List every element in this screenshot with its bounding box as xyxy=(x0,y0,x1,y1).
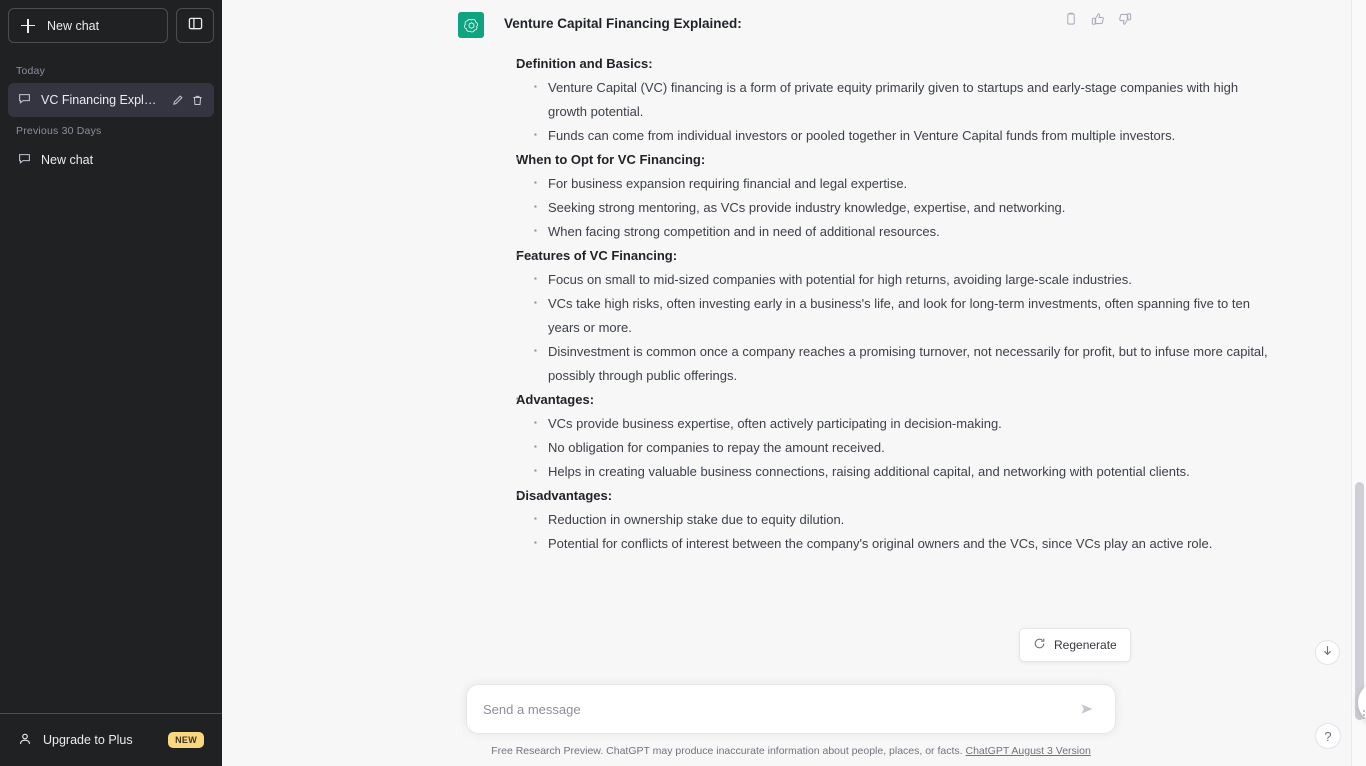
outline-point: Funds can come from individual investors… xyxy=(534,124,1274,148)
outline-section: Features of VC Financing:Focus on small … xyxy=(504,244,1274,388)
sidebar-toggle-button[interactable] xyxy=(176,8,214,43)
sidebar-footer: Upgrade to Plus NEW xyxy=(0,713,222,766)
scrollbar-thumb[interactable] xyxy=(1355,482,1364,720)
outline-sublist: Reduction in ownership stake due to equi… xyxy=(516,508,1274,556)
regenerate-label: Regenerate xyxy=(1054,638,1117,652)
main-content: Venture Capital Financing Explained: Def… xyxy=(222,0,1366,766)
outline-sublist: Venture Capital (VC) financing is a form… xyxy=(516,76,1274,148)
panel-left-icon xyxy=(188,16,203,36)
chat-bubble-icon xyxy=(18,152,31,168)
copy-icon[interactable] xyxy=(1061,9,1080,28)
outline-section: When to Opt for VC Financing:For busines… xyxy=(504,148,1274,244)
outline-section-heading: Advantages: xyxy=(516,388,1274,412)
outline-sublist: For business expansion requiring financi… xyxy=(516,172,1274,244)
thumbs-up-icon[interactable] xyxy=(1088,9,1107,28)
scroll-to-bottom-button[interactable] xyxy=(1315,640,1340,665)
outline-point: Focus on small to mid-sized companies wi… xyxy=(534,268,1274,292)
conversation-list[interactable]: Today VC Financing Explained xyxy=(0,51,222,713)
outline-sublist: VCs provide business expertise, often ac… xyxy=(516,412,1274,484)
disclaimer-footer: Free Research Preview. ChatGPT may produ… xyxy=(466,744,1116,758)
outline-section-heading: Features of VC Financing: xyxy=(516,244,1274,268)
message-input[interactable] xyxy=(483,702,1075,717)
assistant-message: Venture Capital Financing Explained: Def… xyxy=(222,0,1350,556)
chat-row-actions xyxy=(171,94,204,107)
refresh-icon xyxy=(1033,637,1046,653)
message-title: Venture Capital Financing Explained: xyxy=(504,12,1274,36)
message-actions xyxy=(1061,9,1134,28)
chat-bubble-icon xyxy=(18,92,31,108)
outline-point: For business expansion requiring financi… xyxy=(534,172,1274,196)
regenerate-button[interactable]: Regenerate xyxy=(1019,628,1131,662)
person-icon xyxy=(18,732,32,749)
outline-section-heading: Definition and Basics: xyxy=(516,52,1274,76)
plus-icon xyxy=(21,19,35,33)
answer-outline: Definition and Basics:Venture Capital (V… xyxy=(504,52,1274,556)
pencil-icon[interactable] xyxy=(171,94,184,107)
new-chat-label: New chat xyxy=(47,19,99,33)
message-composer[interactable] xyxy=(466,684,1116,734)
section-label-today: Today xyxy=(8,57,214,83)
composer-area: Free Research Preview. ChatGPT may produ… xyxy=(222,662,1350,766)
arrow-down-icon xyxy=(1321,644,1334,662)
trash-icon[interactable] xyxy=(191,94,204,107)
help-button[interactable]: ? xyxy=(1315,723,1341,749)
outline-sublist: Focus on small to mid-sized companies wi… xyxy=(516,268,1274,388)
send-button[interactable] xyxy=(1075,697,1099,721)
upgrade-label: Upgrade to Plus xyxy=(43,733,157,747)
sidebar-section-today: Today VC Financing Explained xyxy=(8,57,214,117)
outline-point: VCs provide business expertise, often ac… xyxy=(534,412,1274,436)
openai-logo-icon xyxy=(458,12,484,38)
outline-point: VCs take high risks, often investing ear… xyxy=(534,292,1274,340)
sidebar-item-label: VC Financing Explained xyxy=(41,93,161,107)
message-thread: Venture Capital Financing Explained: Def… xyxy=(222,0,1350,766)
new-chat-button[interactable]: New chat xyxy=(8,8,168,43)
chatgpt-app: New chat Today xyxy=(0,0,1366,766)
thumbs-down-icon[interactable] xyxy=(1115,9,1134,28)
new-badge: NEW xyxy=(168,732,204,748)
version-link[interactable]: ChatGPT August 3 Version xyxy=(966,745,1091,757)
outline-point: Potential for conflicts of interest betw… xyxy=(534,532,1274,556)
outline-section: Disadvantages:Reduction in ownership sta… xyxy=(504,484,1274,556)
section-label-previous-30-days: Previous 30 Days xyxy=(8,117,214,143)
outline-point: No obligation for companies to repay the… xyxy=(534,436,1274,460)
disclaimer-text: Free Research Preview. ChatGPT may produ… xyxy=(491,745,962,757)
outline-point: Seeking strong mentoring, as VCs provide… xyxy=(534,196,1274,220)
sidebar-item-vc-financing-explained[interactable]: VC Financing Explained xyxy=(8,83,214,117)
outline-section: Advantages:VCs provide business expertis… xyxy=(504,388,1274,484)
scrollbar[interactable] xyxy=(1351,0,1366,766)
outline-point: Disinvestment is common once a company r… xyxy=(534,340,1274,388)
sidebar-item-new-chat[interactable]: New chat xyxy=(8,143,214,177)
outline-point: Helps in creating valuable business conn… xyxy=(534,460,1274,484)
sidebar: New chat Today xyxy=(0,0,222,766)
outline-section-heading: Disadvantages: xyxy=(516,484,1274,508)
outline-section: Definition and Basics:Venture Capital (V… xyxy=(504,52,1274,148)
sidebar-header: New chat xyxy=(0,0,222,51)
sidebar-section-previous-30-days: Previous 30 Days New chat xyxy=(8,117,214,177)
message-body: Venture Capital Financing Explained: Def… xyxy=(504,12,1334,556)
sidebar-item-label: New chat xyxy=(41,153,204,167)
outline-section-heading: When to Opt for VC Financing: xyxy=(516,148,1274,172)
outline-point: When facing strong competition and in ne… xyxy=(534,220,1274,244)
outline-point: Venture Capital (VC) financing is a form… xyxy=(534,76,1274,124)
help-label: ? xyxy=(1324,729,1331,744)
upgrade-to-plus-button[interactable]: Upgrade to Plus NEW xyxy=(8,722,214,758)
outline-point: Reduction in ownership stake due to equi… xyxy=(534,508,1274,532)
